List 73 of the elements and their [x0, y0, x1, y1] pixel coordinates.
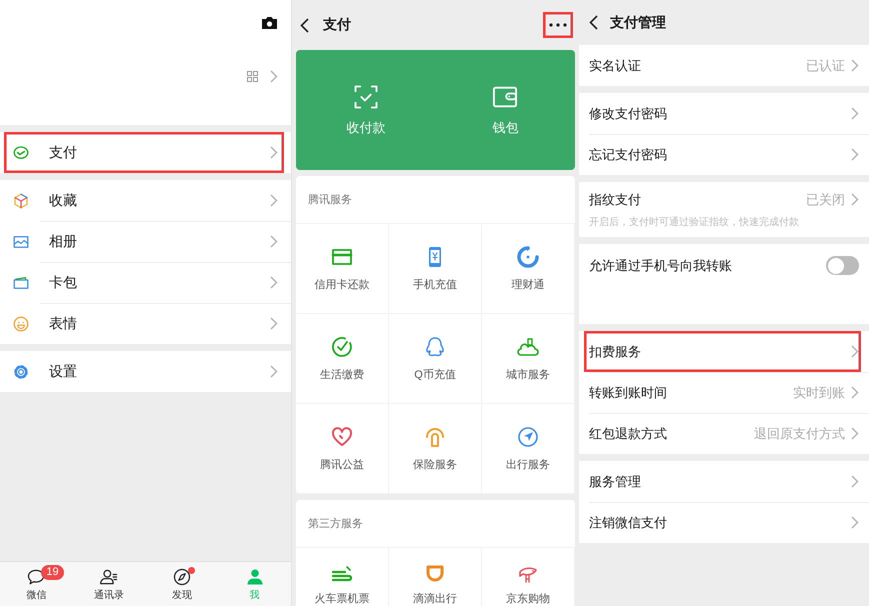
section-title: 腾讯服务 [296, 176, 575, 224]
chevron-icon [270, 70, 278, 83]
section-title: 第三方服务 [296, 500, 575, 548]
chevron-icon [270, 317, 278, 330]
smiley-icon [12, 314, 30, 332]
cube-icon [12, 192, 30, 210]
settings-row[interactable]: 扣费服务 [584, 331, 861, 372]
settings-row[interactable]: 服务管理 [579, 461, 869, 502]
chevron-icon [851, 193, 859, 206]
menu-item[interactable]: 表情 [0, 303, 291, 344]
navigation-icon [516, 425, 540, 449]
settings-row: 允许通过手机号向我转账 [579, 244, 869, 324]
settings-row[interactable]: 注销微信支付 [579, 502, 869, 543]
page-title: 支付 [323, 16, 352, 34]
person-icon [244, 566, 265, 586]
chevron-icon [851, 475, 859, 488]
chevron-icon [270, 235, 278, 248]
chevron-icon [270, 194, 278, 207]
chevron-icon [270, 146, 278, 159]
menu-item[interactable]: 设置 [0, 351, 291, 392]
heart-icon [330, 425, 354, 449]
settings-row[interactable]: 红包退款方式 退回原支付方式 [579, 413, 869, 454]
page-title: 支付管理 [610, 14, 666, 32]
back-icon[interactable] [300, 18, 309, 32]
service-tile[interactable]: 火车票机票 [296, 548, 389, 606]
penguin-icon [423, 335, 447, 359]
service-tile[interactable]: 手机充值 [389, 224, 482, 314]
settings-row[interactable]: 指纹支付 已关闭 开启后，支付时可通过验证指纹，快速完成付款 [579, 182, 869, 237]
service-tile[interactable]: 腾讯公益 [296, 404, 389, 494]
settings-row[interactable]: 忘记支付密码 [579, 134, 869, 175]
tab[interactable]: 发现 [146, 562, 218, 606]
service-tile[interactable]: 信用卡还款 [296, 224, 389, 314]
service-tile[interactable]: 理财通 [482, 224, 575, 314]
chat-bubble-icon [26, 566, 46, 586]
chevron-icon [851, 386, 859, 399]
check-circle-icon [330, 335, 354, 359]
service-tile[interactable]: 保险服务 [389, 404, 482, 494]
menu-item[interactable]: 收藏 [0, 180, 291, 221]
settings-row[interactable]: 转账到账时间 实时到账 [579, 372, 869, 413]
toggle-switch[interactable] [826, 256, 859, 275]
service-tile[interactable]: Q币充值 [389, 314, 482, 404]
chevron-icon [851, 148, 859, 161]
shield-person-icon [423, 425, 447, 449]
menu-item[interactable]: 卡包 [0, 262, 291, 303]
service-tile[interactable]: 生活缴费 [296, 314, 389, 404]
chevron-icon [851, 345, 859, 358]
service-tile[interactable]: 滴滴出行 [389, 548, 482, 606]
more-button[interactable] [543, 12, 573, 38]
scan-check-icon [352, 83, 380, 111]
unread-badge: 19 [41, 565, 64, 580]
contacts-icon [99, 566, 120, 586]
qr-code-icon[interactable] [247, 71, 258, 82]
settings-row[interactable]: 实名认证 已认证 [579, 45, 869, 86]
camera-icon[interactable] [261, 16, 278, 30]
chat-check-icon [12, 144, 30, 162]
menu-item[interactable]: 相册 [0, 221, 291, 262]
back-icon[interactable] [589, 15, 598, 30]
tab[interactable]: 通讯录 [72, 562, 146, 606]
settings-icon [12, 362, 30, 380]
compass-icon [172, 566, 192, 586]
service-tile[interactable]: 城市服务 [482, 314, 575, 404]
chevron-icon [851, 107, 859, 120]
chevron-icon [851, 427, 859, 440]
chevron-icon [270, 276, 278, 289]
settings-row[interactable]: 修改支付密码 [579, 93, 869, 134]
service-tile[interactable]: 出行服务 [482, 404, 575, 494]
chevron-icon [270, 365, 278, 378]
tab[interactable]: 微信 19 [0, 562, 73, 606]
service-tile[interactable]: 京东购物 [482, 548, 575, 606]
chevron-icon [851, 59, 859, 72]
chevron-icon [851, 516, 859, 529]
more-icon [549, 23, 567, 27]
swirl-icon [516, 245, 540, 269]
